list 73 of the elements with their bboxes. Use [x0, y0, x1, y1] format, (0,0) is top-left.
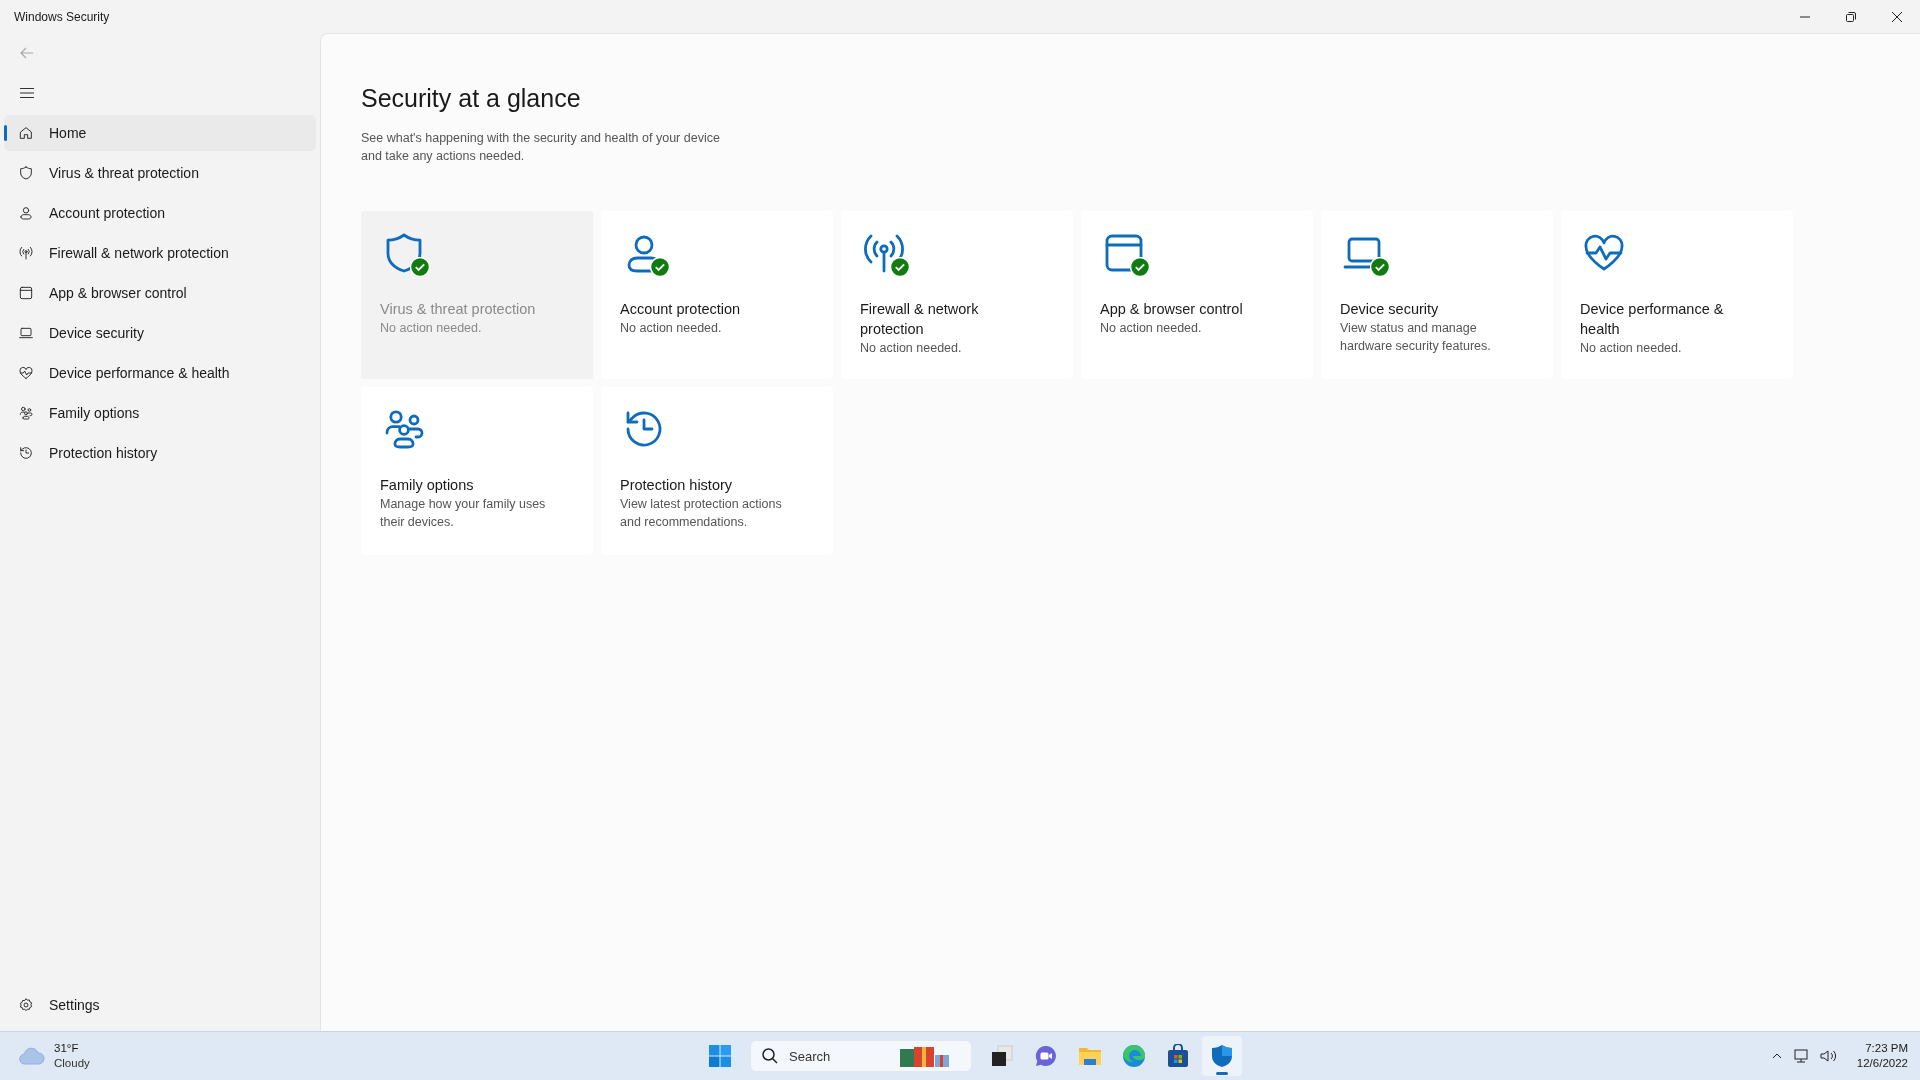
- card-status: No action needed.: [860, 340, 963, 357]
- status-card[interactable]: Protection history View latest protection actions and recommendations.: [601, 387, 833, 555]
- search-icon: [761, 1047, 779, 1065]
- check-badge-icon: [890, 257, 910, 277]
- store-bag-icon: [1166, 1044, 1190, 1068]
- page-heading: Security at a glance: [361, 84, 582, 113]
- volume-icon[interactable]: [1818, 1048, 1837, 1064]
- browser-logo-icon: [1122, 1044, 1146, 1068]
- card-status: View status and manage hardware security features.: [1340, 320, 1492, 355]
- antenna-icon: [18, 245, 34, 261]
- clock-time: 7:23 PM: [1865, 1041, 1908, 1056]
- cloud-icon: [18, 1046, 46, 1066]
- shield-icon: [18, 165, 34, 181]
- card-status: Manage how your family uses their devices.: [380, 496, 547, 531]
- security-app-button[interactable]: [1202, 1036, 1242, 1076]
- check-badge-icon: [410, 257, 430, 277]
- card-title: Account protection: [620, 300, 742, 319]
- card-status: No action needed.: [1100, 320, 1203, 337]
- task-view-icon: [990, 1044, 1014, 1068]
- card-title: App & browser control: [1100, 300, 1244, 319]
- settings-item[interactable]: Settings: [4, 987, 316, 1023]
- card-title: Device performance & health: [1580, 300, 1725, 339]
- card-title: Device security: [1340, 300, 1440, 319]
- weather-condition: Cloudy: [54, 1056, 90, 1071]
- card-title: Protection history: [620, 476, 734, 495]
- nav-item[interactable]: Device security: [4, 315, 316, 351]
- card-status: View latest protection actions and recommendations.: [620, 496, 783, 531]
- window-title: Windows Security: [14, 9, 110, 24]
- nav-item[interactable]: Home: [4, 115, 316, 151]
- weather-widget[interactable]: 31°F Cloudy: [18, 1041, 90, 1071]
- network-icon[interactable]: [1792, 1048, 1809, 1064]
- heart-icon: [18, 365, 34, 381]
- card-title: Firewall & network protection: [860, 300, 980, 339]
- back-arrow-icon: [19, 45, 35, 61]
- history-icon: [18, 445, 34, 461]
- nav-item[interactable]: Family options: [4, 395, 316, 431]
- check-badge-icon: [650, 257, 670, 277]
- card-status: No action needed.: [620, 320, 723, 337]
- card-title: Virus & threat protection: [380, 300, 537, 319]
- windows-logo-icon: [708, 1044, 732, 1068]
- status-card[interactable]: Device performance & health No action needed.: [1561, 211, 1793, 379]
- check-badge-icon: [1130, 257, 1150, 277]
- nav-item[interactable]: Firewall & network protection: [4, 235, 316, 271]
- family-icon: [18, 405, 34, 421]
- chat-icon: [1034, 1044, 1058, 1068]
- card-status: No action needed.: [1580, 340, 1683, 357]
- temperature: 31°F: [54, 1041, 80, 1056]
- restore-icon: [1845, 10, 1857, 23]
- status-card[interactable]: Family options Manage how your family uses their devices.: [361, 387, 593, 555]
- nav-item[interactable]: Device performance & health: [4, 355, 316, 391]
- person-icon: [18, 205, 34, 221]
- status-card[interactable]: App & browser control No action needed.: [1081, 211, 1313, 379]
- card-title: Family options: [380, 476, 475, 495]
- page-description: See what's happening with the security and health of your device and take any actions needed.: [361, 130, 721, 165]
- nav-item[interactable]: Virus & threat protection: [4, 155, 316, 191]
- card-status: No action needed.: [380, 320, 483, 337]
- clock-date: 12/6/2022: [1856, 1056, 1908, 1071]
- nav-item[interactable]: Protection history: [4, 435, 316, 471]
- laptop-icon: [18, 325, 34, 341]
- settings-icon: [18, 997, 34, 1013]
- nav-item[interactable]: Account protection: [4, 195, 316, 231]
- status-card[interactable]: Firewall & network protection No action needed.: [841, 211, 1073, 379]
- menu-icon: [19, 85, 35, 101]
- browser-icon: [18, 285, 34, 301]
- nav-item[interactable]: App & browser control: [4, 275, 316, 311]
- search-field[interactable]: Search: [787, 1047, 891, 1065]
- status-card[interactable]: Device security View status and manage hardware security features.: [1321, 211, 1553, 379]
- clock[interactable]: 7:23 PM 12/6/2022: [1856, 1041, 1908, 1071]
- home-icon: [18, 125, 34, 141]
- check-badge-icon: [1370, 257, 1390, 277]
- close-icon: [1891, 10, 1903, 23]
- shield-icon: [1210, 1044, 1234, 1068]
- status-card[interactable]: Account protection No action needed.: [601, 211, 833, 379]
